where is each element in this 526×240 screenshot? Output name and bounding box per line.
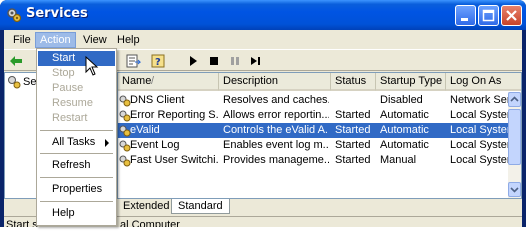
- menu-separator: [40, 130, 113, 131]
- cell-status: [335, 93, 375, 108]
- cell-name: DNS Client: [130, 94, 185, 106]
- menu-item-start[interactable]: Start: [38, 51, 115, 66]
- pause-icon[interactable]: [227, 53, 243, 69]
- back-arrow-icon[interactable]: [8, 53, 24, 69]
- export-list-icon[interactable]: [125, 53, 141, 69]
- status-text-right: al Computer: [120, 219, 180, 227]
- services-gear-icon: [8, 76, 21, 89]
- column-header-name[interactable]: Name /: [118, 73, 219, 91]
- maximize-button[interactable]: [478, 5, 499, 26]
- minimize-button[interactable]: [455, 5, 476, 26]
- cell-log-on-as: Local System: [450, 109, 510, 121]
- vertical-scrollbar[interactable]: [508, 92, 521, 198]
- column-header-status[interactable]: Status: [331, 73, 376, 91]
- menu-item-help[interactable]: Help: [38, 206, 115, 221]
- column-header-description[interactable]: Description: [219, 73, 331, 91]
- menu-item-all-tasks[interactable]: All Tasks: [38, 135, 115, 150]
- menu-help[interactable]: Help: [113, 32, 144, 48]
- view-tabs: Extended Standard: [117, 199, 522, 215]
- svg-text:?: ?: [155, 57, 161, 68]
- menu-separator: [40, 153, 113, 154]
- cell-startup-type: Automatic: [380, 124, 429, 136]
- scroll-down-button[interactable]: [508, 182, 521, 197]
- cell-log-on-as: Network Serv: [450, 94, 510, 106]
- close-icon: [506, 10, 517, 21]
- cell-description: Allows error reportin...: [223, 109, 329, 121]
- window-title: Services: [26, 6, 88, 21]
- column-header-name-label: Name: [122, 75, 152, 87]
- play-icon[interactable]: [185, 53, 201, 69]
- menu-item-restart: Restart: [52, 112, 88, 124]
- services-list: Name / Description Status Startup Type L…: [117, 72, 522, 199]
- cell-status: Started: [335, 139, 371, 151]
- restart-icon[interactable]: [247, 53, 263, 69]
- maximize-icon: [482, 9, 495, 22]
- column-header-startup-type[interactable]: Startup Type: [376, 73, 446, 91]
- title-bar[interactable]: Services: [0, 0, 526, 30]
- help-icon[interactable]: ?: [151, 53, 167, 69]
- tree-root-label[interactable]: Se: [23, 75, 36, 89]
- sort-indicator: /: [151, 75, 155, 87]
- menu-file[interactable]: File: [9, 32, 35, 48]
- table-row[interactable]: Error Reporting S... Allows error report…: [118, 108, 510, 123]
- cell-status: Started: [335, 109, 371, 121]
- cell-description: Controls the eValid A...: [223, 124, 329, 136]
- cell-description: Resolves and caches...: [223, 94, 329, 106]
- services-window: Services File Action View Help ? Se Name…: [0, 0, 526, 227]
- cell-name: eValid: [130, 124, 160, 136]
- column-header-log-on-as[interactable]: Log On As: [446, 73, 521, 91]
- cell-startup-type: Automatic: [380, 139, 429, 151]
- cell-startup-type: Disabled: [380, 94, 423, 106]
- menu-item-stop: Stop: [52, 67, 75, 79]
- cell-description: Enables event log m...: [223, 139, 329, 151]
- menu-item-pause: Pause: [52, 82, 84, 94]
- menu-view[interactable]: View: [79, 32, 111, 48]
- cell-log-on-as: Local System: [450, 154, 510, 166]
- menu-separator: [40, 201, 113, 202]
- stop-icon[interactable]: [206, 53, 222, 69]
- status-text-left: Start s: [6, 219, 38, 227]
- menu-action[interactable]: Action: [35, 32, 76, 48]
- table-row-selected[interactable]: eValid Controls the eValid A... Started …: [118, 123, 510, 138]
- cell-status: Started: [335, 154, 371, 166]
- table-row[interactable]: Event Log Enables event log m... Started…: [118, 138, 510, 153]
- services-gear-icon: [7, 8, 22, 23]
- cell-status: Started: [335, 124, 371, 136]
- chevron-up-icon: [510, 96, 519, 102]
- scroll-thumb[interactable]: [508, 109, 521, 165]
- scroll-up-button[interactable]: [508, 92, 521, 107]
- tab-standard[interactable]: Standard: [171, 199, 230, 214]
- cell-startup-type: Manual: [380, 154, 417, 166]
- cell-log-on-as: Local System: [450, 139, 510, 151]
- mouse-pointer-icon: [85, 56, 99, 76]
- menu-bar: File Action View Help: [4, 30, 522, 48]
- action-menu-dropdown: Start Stop Pause Resume Restart All Task…: [36, 48, 117, 226]
- table-row[interactable]: DNS Client Resolves and caches... Disabl…: [118, 93, 510, 108]
- menu-separator: [40, 177, 113, 178]
- submenu-arrow-icon: [105, 139, 109, 147]
- cell-startup-type: Automatic: [380, 109, 429, 121]
- menu-item-refresh[interactable]: Refresh: [38, 158, 115, 173]
- cell-log-on-as: Local System: [450, 124, 510, 136]
- cell-name: Event Log: [130, 139, 180, 151]
- menu-item-all-tasks-label: All Tasks: [52, 136, 96, 148]
- minimize-icon: [461, 18, 468, 21]
- menu-item-properties[interactable]: Properties: [38, 182, 115, 197]
- cell-name: Error Reporting S...: [130, 109, 218, 121]
- menu-item-resume: Resume: [52, 97, 93, 109]
- cell-name: Fast User Switchi...: [130, 154, 218, 166]
- tab-extended[interactable]: Extended: [117, 199, 175, 214]
- close-button[interactable]: [501, 5, 522, 26]
- table-row[interactable]: Fast User Switchi... Provides manageme..…: [118, 153, 510, 168]
- cell-description: Provides manageme...: [223, 154, 329, 166]
- chevron-down-icon: [510, 187, 519, 193]
